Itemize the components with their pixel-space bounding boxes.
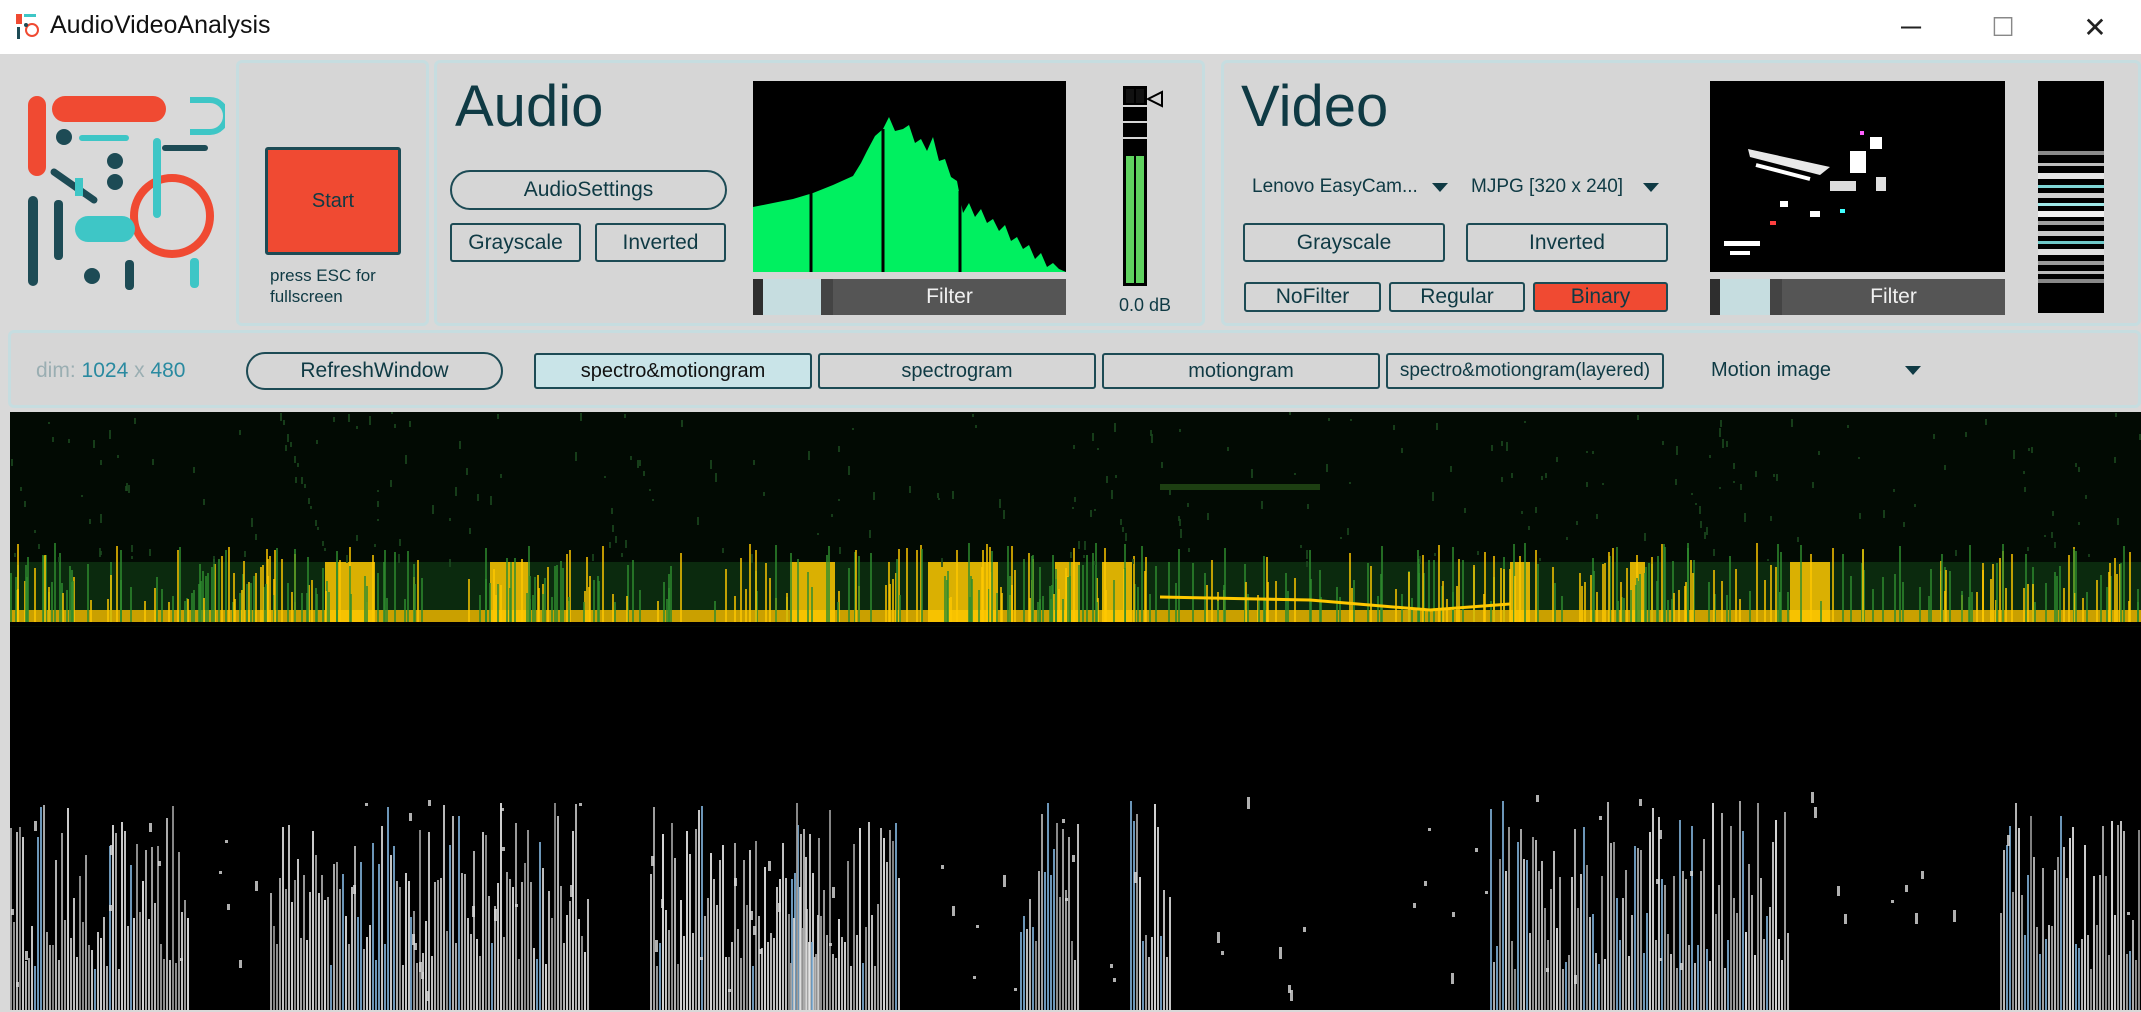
audio-filter-handle[interactable] [763, 279, 821, 315]
camera-device-dropdown[interactable]: Lenovo EasyCam... [1252, 176, 1452, 198]
audio-level-readout: 0.0 dB [1118, 295, 1172, 315]
dimension-readout: dim: 1024 x 480 [36, 359, 185, 383]
title-bar: AudioVideoAnalysis ─ ☐ ✕ [0, 0, 2141, 54]
dim-width: 1024 [81, 359, 129, 382]
image-type-dropdown[interactable]: Motion image [1711, 359, 2011, 382]
motion-strip-preview [2038, 81, 2104, 313]
chevron-down-icon [1905, 366, 1921, 375]
video-filter-handle[interactable] [1720, 279, 1770, 315]
spectrogram-canvas [10, 412, 2141, 1010]
logo-image [28, 96, 225, 290]
refresh-window-button[interactable]: RefreshWindow [246, 352, 503, 390]
nofilter-button[interactable]: NoFilter [1244, 282, 1381, 312]
camera-preview [1710, 81, 2005, 272]
start-button[interactable]: Start [265, 147, 401, 255]
maximize-icon: ☐ [1991, 11, 2015, 42]
minimize-button[interactable]: ─ [1865, 0, 1957, 54]
maximize-button[interactable]: ☐ [1957, 0, 2049, 54]
audio-inverted-button[interactable]: Inverted [595, 223, 726, 262]
audio-heading: Audio [455, 74, 604, 139]
spectro-motiongram-view [10, 412, 2141, 1010]
binary-button[interactable]: Binary [1533, 282, 1668, 312]
video-grayscale-button[interactable]: Grayscale [1243, 223, 1445, 262]
start-panel: Start press ESC for fullscreen [236, 60, 429, 326]
dim-height: 480 [150, 359, 186, 382]
dim-x: x [134, 359, 145, 382]
mode-motiongram-button[interactable]: motiongram [1102, 353, 1380, 389]
dim-label: dim: [36, 359, 76, 382]
camera-device-value: Lenovo EasyCam... [1252, 176, 1418, 197]
video-format-value: MJPG [320 x 240] [1471, 176, 1624, 197]
video-format-dropdown[interactable]: MJPG [320 x 240] [1471, 176, 1681, 198]
video-heading: Video [1241, 74, 1389, 139]
regular-button[interactable]: Regular [1389, 282, 1525, 312]
video-panel: Video Lenovo EasyCam... MJPG [320 x 240]… [1221, 60, 2141, 326]
video-filter-bar[interactable]: Filter [1710, 279, 2005, 315]
chevron-down-icon [1643, 182, 1660, 192]
mode-spectrogram-button[interactable]: spectrogram [818, 353, 1096, 389]
minimize-icon: ─ [1901, 11, 1921, 42]
audio-level-meter [1123, 86, 1163, 286]
chevron-down-icon [1431, 182, 1448, 192]
window-title: AudioVideoAnalysis [50, 11, 271, 39]
audio-spectrum-view [753, 81, 1066, 272]
esc-hint: press ESC for fullscreen [270, 266, 376, 306]
view-toolbar: dim: 1024 x 480 RefreshWindow spectro&mo… [8, 330, 2141, 408]
video-inverted-button[interactable]: Inverted [1466, 223, 1668, 262]
close-button[interactable]: ✕ [2049, 0, 2141, 54]
audio-filter-label: Filter [833, 279, 1066, 315]
audio-panel: Audio AudioSettings Grayscale Inverted F… [434, 60, 1205, 326]
mode-spectro-motiongram-button[interactable]: spectro&motiongram [534, 353, 812, 389]
mode-layered-button[interactable]: spectro&motiongram(layered) [1386, 353, 1664, 389]
audio-settings-button[interactable]: AudioSettings [450, 170, 727, 210]
video-filter-label: Filter [1782, 279, 2005, 315]
image-type-value: Motion image [1711, 359, 1832, 381]
audio-grayscale-button[interactable]: Grayscale [450, 223, 581, 262]
audio-filter-bar[interactable]: Filter [753, 279, 1066, 315]
close-icon: ✕ [2083, 11, 2107, 43]
app-logo-icon [16, 14, 39, 39]
